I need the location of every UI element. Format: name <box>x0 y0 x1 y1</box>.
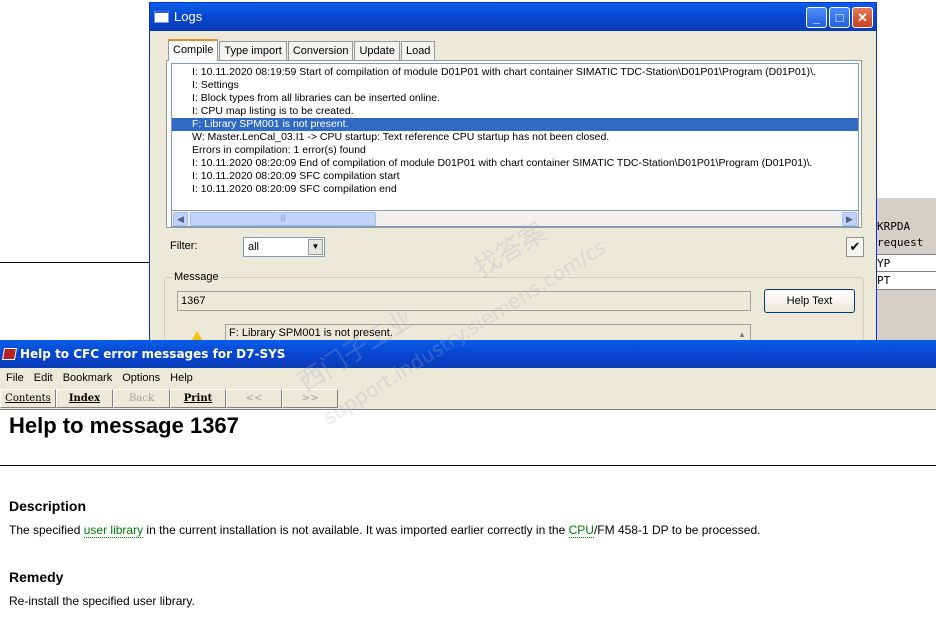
filter-value: all <box>248 241 260 253</box>
log-line[interactable]: I: 10.11.2020 08:19:59 Start of compilat… <box>172 66 858 79</box>
menu-edit[interactable]: Edit <box>30 368 59 388</box>
bg-row-3: YP <box>873 254 936 272</box>
bg-row-4: PT <box>873 272 936 290</box>
message-text: F: Library SPM001 is not present. <box>229 327 393 339</box>
help-title: Help to CFC error messages for D7-SYS <box>20 347 286 361</box>
scroll-thumb[interactable]: ||| <box>190 212 376 226</box>
background-line <box>0 262 150 263</box>
log-line[interactable]: W: Master.LenCal_03.I1 -> CPU startup: T… <box>172 131 858 144</box>
contents-button[interactable]: Contents <box>0 389 56 408</box>
help-window: Help to CFC error messages for D7-SYS Fi… <box>0 340 936 642</box>
description-heading: Description <box>9 498 87 514</box>
tab-update[interactable]: Update <box>354 41 400 61</box>
description-part: in the current installation is not avail… <box>143 523 569 537</box>
log-line[interactable]: Errors in compilation: 1 error(s) found <box>172 144 858 157</box>
checkmark-button[interactable]: ✔ <box>846 237 864 257</box>
back-button[interactable]: Back <box>113 389 170 408</box>
log-line[interactable]: I: 10.11.2020 08:20:09 End of compilatio… <box>172 157 858 170</box>
log-line[interactable]: I: CPU map listing is to be created. <box>172 105 858 118</box>
logs-window: Logs _ □ ✕ Compile Type import Conversio… <box>149 2 877 344</box>
log-list[interactable]: I: 10.11.2020 08:19:59 Start of compilat… <box>171 63 859 211</box>
log-line[interactable]: I: Settings <box>172 79 858 92</box>
minimize-button[interactable]: _ <box>806 7 827 28</box>
description-part: The specified <box>9 523 84 537</box>
chevron-down-icon[interactable]: ▼ <box>308 239 323 255</box>
log-line[interactable]: I: Block types from all libraries can be… <box>172 92 858 105</box>
help-book-icon <box>1 348 18 360</box>
menu-file[interactable]: File <box>2 368 30 388</box>
scroll-left-icon[interactable]: ◀ <box>173 212 188 226</box>
logs-titlebar[interactable]: Logs _ □ ✕ <box>150 3 876 31</box>
print-button[interactable]: Print <box>170 389 226 408</box>
help-menubar: File Edit Bookmark Options Help <box>0 368 936 388</box>
menu-help[interactable]: Help <box>166 368 199 388</box>
filter-select[interactable]: all ▼ <box>243 237 325 257</box>
tab-conversion[interactable]: Conversion <box>287 41 354 61</box>
help-text-button[interactable]: Help Text <box>764 289 855 313</box>
index-button[interactable]: Index <box>56 389 113 408</box>
maximize-button[interactable]: □ <box>829 7 850 28</box>
help-toolbar: Contents Index Back Print << >> <box>0 388 936 410</box>
next-button[interactable]: >> <box>282 389 338 408</box>
horizontal-scrollbar[interactable]: ◀ ||| ▶ <box>171 211 859 227</box>
help-body: Description The specified user library i… <box>0 498 936 608</box>
scroll-right-icon[interactable]: ▶ <box>842 212 857 226</box>
remedy-text: Re-install the specified user library. <box>9 594 195 608</box>
menu-options[interactable]: Options <box>118 368 166 388</box>
help-titlebar[interactable]: Help to CFC error messages for D7-SYS <box>0 340 936 368</box>
bg-row-2: request <box>873 234 936 252</box>
help-heading-area: Help to message 1367 <box>0 410 936 466</box>
description-part: /FM 458-1 DP to be processed. <box>593 523 761 537</box>
menu-bookmark[interactable]: Bookmark <box>59 368 119 388</box>
help-heading: Help to message 1367 <box>9 413 239 438</box>
cpu-link[interactable]: CPU <box>568 523 594 538</box>
user-library-link[interactable]: user library <box>83 523 144 538</box>
logs-title: Logs <box>174 9 203 24</box>
tab-type-import[interactable]: Type import <box>219 41 287 61</box>
tab-load[interactable]: Load <box>400 41 436 61</box>
background-window: KRPDA request YP PT <box>872 198 936 340</box>
compile-panel: I: 10.11.2020 08:19:59 Start of compilat… <box>166 60 862 228</box>
tab-compile[interactable]: Compile <box>168 39 219 61</box>
previous-button[interactable]: << <box>226 389 282 408</box>
close-button[interactable]: ✕ <box>852 7 873 28</box>
log-line[interactable]: I: 10.11.2020 08:20:09 SFC compilation e… <box>172 183 858 196</box>
description-text: The specified user library in the curren… <box>9 523 936 538</box>
logs-tabs: Compile Type import Conversion Update Lo… <box>168 39 436 61</box>
filter-label: Filter: <box>170 240 198 252</box>
log-line[interactable]: I: 10.11.2020 08:20:09 SFC compilation s… <box>172 170 858 183</box>
remedy-heading: Remedy <box>9 569 64 585</box>
log-line-selected[interactable]: F: Library SPM001 is not present. <box>172 118 858 131</box>
message-group-label: Message <box>172 271 221 283</box>
window-icon <box>154 10 169 23</box>
message-number-field[interactable]: 1367 <box>177 291 751 311</box>
